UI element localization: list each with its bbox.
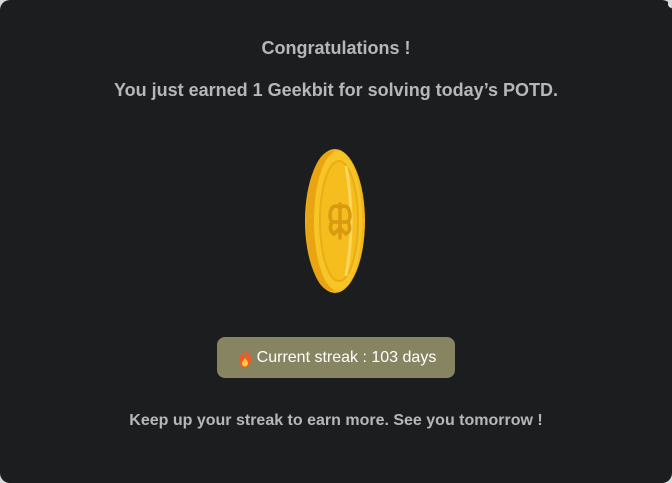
streak-text: Current streak : 103 days	[256, 348, 437, 366]
encouragement-message: Keep up your streak to earn more. See yo…	[129, 412, 543, 429]
congratulations-title: Congratulations !	[261, 38, 411, 58]
current-streak-badge: Current streak : 103 days	[217, 337, 455, 378]
reward-modal: Congratulations ! You just earned 1 Geek…	[0, 0, 672, 483]
earned-message: You just earned 1 Geekbit for solving to…	[113, 80, 559, 100]
corner-marker	[668, 0, 672, 8]
geekbit-coin-icon	[305, 149, 365, 293]
fire-icon	[238, 348, 251, 367]
